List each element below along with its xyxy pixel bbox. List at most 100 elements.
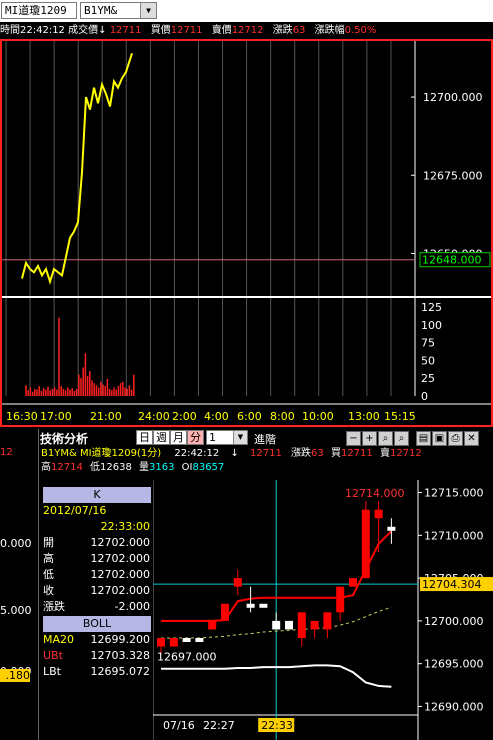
- bid-label: 買價: [150, 25, 171, 36]
- chevron-down-icon[interactable]: ▼: [233, 431, 247, 444]
- candle-body: [349, 578, 357, 587]
- vol-value: 3163: [149, 462, 175, 473]
- volume-tick-label: 50: [421, 354, 435, 367]
- y-tick-label: 12700.000: [424, 615, 484, 628]
- vol-label: 量: [139, 462, 149, 473]
- tech-stats-line: 高12714 低12638 量3163 OI83657: [41, 461, 341, 475]
- volume-tick-label: 75: [421, 337, 435, 350]
- code-value: B1YM&: [84, 4, 118, 17]
- y-tick-label: 12695.000: [424, 658, 484, 671]
- tech-chg-label: 漲跌: [291, 448, 312, 459]
- plus-icon[interactable]: +: [362, 431, 377, 446]
- x-tick-label: 07/16: [163, 719, 195, 732]
- code-combo[interactable]: B1YM& ▼: [80, 2, 157, 19]
- volume-tick-label: 25: [421, 372, 435, 385]
- symbol-combo[interactable]: MI道瓊1209: [1, 2, 77, 19]
- boll-row-value: 12695.072: [90, 665, 151, 678]
- candle-body: [221, 603, 229, 621]
- tech-ask-label: 賣: [379, 448, 390, 459]
- y-tick-label: 12715.000: [424, 487, 484, 500]
- period-select[interactable]: 1 ▼: [206, 430, 248, 445]
- volume-tick-label: 100: [421, 319, 442, 332]
- top-toolbar: MI道瓊1209 B1YM& ▼: [0, 0, 493, 22]
- low-annotation: 12697.000: [157, 651, 217, 664]
- k-time: 22:33:00: [100, 520, 150, 533]
- tech-toolbar: 技術分析 日 週 月 分 1 ▼ 進階 − + ⌕ ⌕ ▤ ▣ ⎙ ✕: [38, 429, 493, 447]
- ask-value: 12712: [231, 25, 264, 36]
- save-icon[interactable]: ▣: [432, 431, 447, 446]
- reference-label: 12648.000: [422, 254, 482, 267]
- minus-icon[interactable]: −: [346, 431, 361, 446]
- candle-body: [195, 638, 204, 642]
- intraday-chart[interactable]: 12700.00012675.00012650.00012648.0001251…: [2, 41, 491, 425]
- k-date-row: 2012/07/16: [43, 503, 153, 519]
- chart-type-icon[interactable]: ▤: [416, 431, 431, 446]
- candle-body: [272, 620, 281, 630]
- tech-code: B1YM&: [41, 448, 77, 459]
- chg-label: 漲跌: [272, 25, 293, 36]
- candle-body: [297, 612, 306, 638]
- time-tick-label: 13:00: [348, 410, 380, 423]
- oi-label: OI: [181, 462, 193, 473]
- period-value: 1: [209, 431, 216, 444]
- week-button[interactable]: 週: [153, 430, 170, 445]
- current-value-label: 12704.304: [422, 578, 482, 591]
- boll-row: UBt 12703.328: [43, 648, 153, 664]
- print-icon[interactable]: ⎙: [448, 431, 463, 446]
- left-value-3: 5.000: [0, 604, 32, 617]
- close-icon[interactable]: ✕: [464, 431, 479, 446]
- time-tick-label: 10:00: [302, 410, 334, 423]
- bid-value: 12711: [170, 25, 203, 36]
- candle-body: [182, 638, 191, 642]
- pct-value: 0.50%: [344, 25, 377, 36]
- tech-time: 22:42:12: [174, 448, 220, 459]
- k-row: 漲跌 -2.000: [43, 599, 153, 615]
- boll-row-value: 12703.328: [90, 649, 151, 662]
- time-tick-label: 6:00: [237, 410, 262, 423]
- k-row-value: 12702.000: [90, 584, 151, 597]
- tech-title: 技術分析: [40, 432, 89, 446]
- volume-tick-label: 0: [421, 390, 428, 403]
- candlestick-chart[interactable]: 12715.00012710.00012705.00012700.0001269…: [153, 480, 493, 740]
- candle-body: [361, 509, 370, 579]
- y-tick-label: 12710.000: [424, 529, 484, 542]
- boll-row-label: UBt: [43, 649, 63, 662]
- candle-body: [285, 620, 293, 630]
- k-row-value: -2.000: [114, 600, 150, 613]
- tech-ask: 12712: [389, 448, 422, 459]
- intraday-chart-frame: 12700.00012675.00012650.00012648.0001251…: [0, 39, 493, 427]
- boll-row-label: LBt: [43, 665, 61, 678]
- time-tick-label: 16:30: [6, 410, 38, 423]
- high-value: 12714: [51, 462, 83, 473]
- time-tick-label: 15:15: [384, 410, 416, 423]
- advanced-link[interactable]: 進階: [254, 431, 276, 447]
- candle-body: [387, 526, 396, 531]
- chevron-down-icon[interactable]: ▼: [140, 3, 156, 18]
- k-panel-header: K: [43, 487, 151, 503]
- k-row-value: 12702.000: [90, 568, 151, 581]
- tech-last: 12711: [250, 448, 282, 459]
- high-label: 高: [41, 462, 51, 473]
- oi-value: 83657: [192, 462, 225, 473]
- day-button[interactable]: 日: [136, 430, 153, 445]
- ask-label: 賣價: [211, 25, 232, 36]
- candle-body: [310, 620, 319, 630]
- month-button[interactable]: 月: [170, 430, 187, 445]
- tech-quote-line: B1YM& MI道瓊1209(1分) 22:42:12 ↓ 12711 漲跌63…: [41, 447, 493, 461]
- y-tick-label: 12690.000: [424, 700, 484, 713]
- zoom-in-icon[interactable]: ⌕: [394, 431, 409, 446]
- k-row-label: 漲跌: [43, 600, 65, 613]
- zoom-out-icon[interactable]: ⌕: [378, 431, 393, 446]
- minute-button[interactable]: 分: [187, 430, 204, 445]
- left-value-1: 12: [0, 447, 13, 458]
- tech-chg: 63: [311, 448, 324, 459]
- time-tick-label: 2:00: [172, 410, 197, 423]
- tech-bid: 12711: [340, 448, 373, 459]
- last-label: 成交價↓: [68, 25, 107, 36]
- y-tick-label: 12675.000: [423, 169, 483, 182]
- k-row-label: 高: [43, 552, 54, 565]
- high-annotation: 12714.000: [345, 487, 405, 500]
- k-time-row: 22:33:00: [43, 519, 153, 535]
- k-row-label: 收: [43, 584, 54, 597]
- k-row: 低 12702.000: [43, 567, 153, 583]
